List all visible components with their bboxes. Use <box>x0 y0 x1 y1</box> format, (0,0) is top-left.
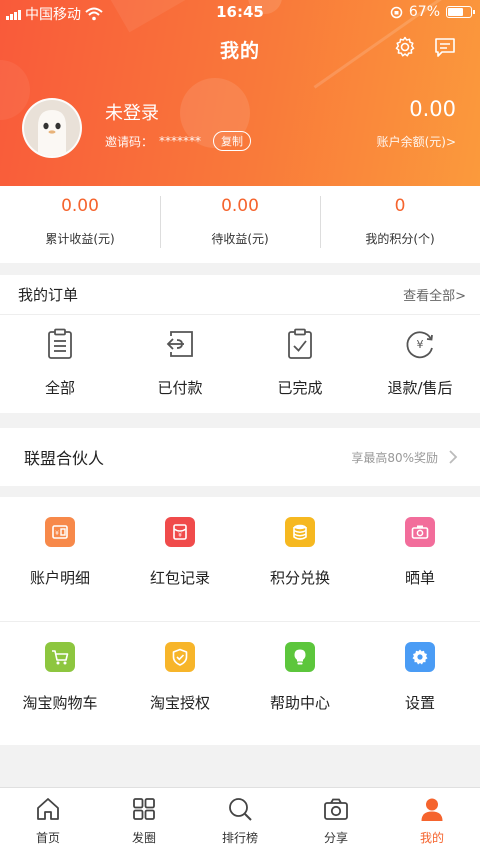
feature-label: 帮助中心 <box>269 694 330 712</box>
order-completed[interactable]: 已完成 <box>240 315 360 398</box>
tab-home[interactable]: 首页 <box>0 788 96 853</box>
battery-percent: 67% <box>408 4 440 20</box>
shield-icon <box>165 642 195 672</box>
partner-reward: 享最高80%奖励 <box>351 449 458 466</box>
order-status-row: 全部 已付款 已完成 ¥ 退款/售后 <box>0 315 480 398</box>
red-envelope-icon: ¥ <box>165 517 195 547</box>
svg-text:¥: ¥ <box>55 530 59 537</box>
order-status-label: 已付款 <box>157 379 203 397</box>
user-icon <box>421 798 443 821</box>
partner-reward-text: 享最高80%奖励 <box>351 450 438 465</box>
partner-title: 联盟合伙人 <box>24 449 105 468</box>
order-all[interactable]: 全部 <box>0 315 120 398</box>
feature-label: 淘宝授权 <box>149 694 210 712</box>
stat-label: 累计收益(元) <box>45 232 115 246</box>
status-right: 67% <box>390 4 475 20</box>
wallet-icon: ¥ <box>45 517 75 547</box>
tab-label: 首页 <box>35 831 60 845</box>
ghost-avatar-icon <box>38 110 66 156</box>
lightbulb-icon <box>285 642 315 672</box>
tab-mine[interactable]: 我的 <box>384 788 480 853</box>
my-orders-section: 我的订单 查看全部> 全部 已付款 已完成 ¥ 退款/售后 <box>0 275 480 413</box>
view-all-orders-link[interactable]: 查看全部> <box>403 285 466 304</box>
feature-label: 淘宝购物车 <box>22 694 98 712</box>
feature-account-detail[interactable]: ¥ 账户明细 <box>0 497 120 621</box>
feature-label: 积分兑换 <box>269 569 330 587</box>
feature-taobao-cart[interactable]: 淘宝购物车 <box>0 622 120 745</box>
invite-code-row: 邀请码： ******* 复制 <box>105 131 252 151</box>
earnings-stats: 0.00 累计收益(元) 0.00 待收益(元) 0 我的积分(个) <box>0 186 480 263</box>
feature-row: ¥ 账户明细 ¥ 红包记录 积分兑换 晒单 <box>0 497 480 621</box>
username[interactable]: 未登录 <box>105 99 159 125</box>
home-icon <box>37 798 59 820</box>
feature-label: 账户明细 <box>29 569 90 587</box>
cart-icon <box>45 642 75 672</box>
account-balance-label[interactable]: 账户余额(元)> <box>377 133 456 150</box>
stat-my-points[interactable]: 0 我的积分(个) <box>320 186 480 263</box>
stat-value: 0 <box>394 196 406 216</box>
stat-label: 我的积分(个) <box>365 232 435 246</box>
gear-icon[interactable] <box>393 35 417 59</box>
message-icon[interactable] <box>433 35 457 59</box>
copy-button[interactable]: 复制 <box>213 131 252 151</box>
profile-header: 中国移动 16:45 67% 我的 未登录 邀请码： ******* 复制 0.… <box>0 0 480 186</box>
refund-icon: ¥ <box>406 331 433 359</box>
feature-label: 晒单 <box>404 569 435 587</box>
clipboard-check-icon <box>288 328 312 359</box>
settings-icon <box>405 642 435 672</box>
header-decoration <box>0 60 30 120</box>
stat-value: 0.00 <box>61 196 99 216</box>
stat-value: 0.00 <box>221 196 259 216</box>
tab-label: 发圈 <box>131 831 156 845</box>
order-status-label: 退款/售后 <box>387 379 453 397</box>
feature-label: 红包记录 <box>149 569 210 587</box>
feature-settings[interactable]: 设置 <box>360 622 480 745</box>
alliance-partner-row[interactable]: 联盟合伙人 享最高80%奖励 <box>0 428 480 486</box>
tab-moments[interactable]: 发圈 <box>96 788 192 853</box>
status-bar: 中国移动 16:45 67% <box>0 0 480 24</box>
tab-label: 排行榜 <box>221 831 258 845</box>
tab-label: 分享 <box>323 831 348 845</box>
orders-title: 我的订单 <box>18 286 79 304</box>
order-paid[interactable]: 已付款 <box>120 315 240 398</box>
stat-total-earnings[interactable]: 0.00 累计收益(元) <box>0 186 160 263</box>
paid-icon <box>166 331 193 357</box>
feature-grid: ¥ 账户明细 ¥ 红包记录 积分兑换 晒单 淘宝购物车 淘宝授权 帮助中心 设置 <box>0 497 480 745</box>
stat-label: 待收益(元) <box>211 232 269 246</box>
invite-code: ******* <box>159 134 202 148</box>
tab-ranking[interactable]: 排行榜 <box>192 788 288 853</box>
order-refund[interactable]: ¥ 退款/售后 <box>360 315 480 398</box>
feature-row: 淘宝购物车 淘宝授权 帮助中心 设置 <box>0 621 480 745</box>
tab-label: 我的 <box>419 831 444 845</box>
bottom-tab-bar: 首页 发圈 排行榜 分享 我的 <box>0 787 480 853</box>
svg-text:¥: ¥ <box>417 338 424 351</box>
chevron-right-icon <box>449 450 458 464</box>
order-status-label: 全部 <box>44 379 75 397</box>
clipboard-icon <box>48 328 72 359</box>
account-balance[interactable]: 0.00 <box>409 97 456 121</box>
camera-icon <box>405 517 435 547</box>
order-status-label: 已完成 <box>277 379 323 397</box>
invite-label: 邀请码： <box>105 134 154 149</box>
search-icon <box>229 798 252 821</box>
feature-help-center[interactable]: 帮助中心 <box>240 622 360 745</box>
stat-pending-earnings[interactable]: 0.00 待收益(元) <box>160 186 320 263</box>
feature-share-order[interactable]: 晒单 <box>360 497 480 621</box>
feature-taobao-auth[interactable]: 淘宝授权 <box>120 622 240 745</box>
battery-fill <box>448 8 463 16</box>
orders-header: 我的订单 查看全部> <box>0 275 480 315</box>
tab-share[interactable]: 分享 <box>288 788 384 853</box>
avatar[interactable] <box>22 98 82 158</box>
feature-points-exchange[interactable]: 积分兑换 <box>240 497 360 621</box>
feature-label: 设置 <box>404 694 435 712</box>
orientation-lock-icon <box>390 6 403 18</box>
camera-icon <box>324 798 348 820</box>
battery-icon <box>446 6 475 18</box>
grid-icon <box>133 798 155 820</box>
feature-red-envelope[interactable]: ¥ 红包记录 <box>120 497 240 621</box>
svg-text:¥: ¥ <box>178 532 182 539</box>
coins-icon <box>285 517 315 547</box>
